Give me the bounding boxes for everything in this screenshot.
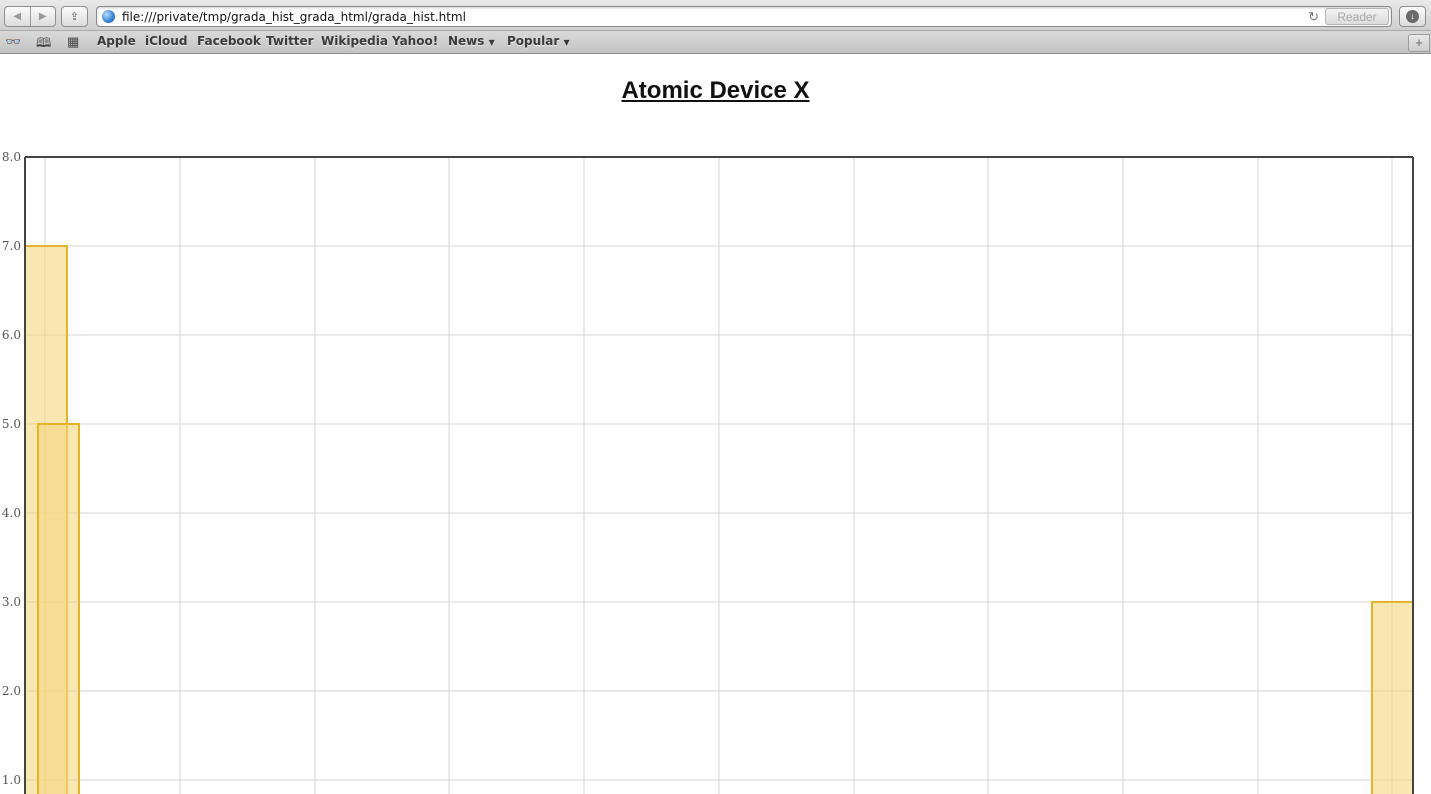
y-tick-label: 8.0 — [2, 150, 21, 164]
y-tick-label: 3.0 — [2, 595, 21, 609]
y-tick-label: 5.0 — [2, 417, 21, 431]
y-tick-label: 1.0 — [2, 773, 21, 787]
y-tick-label: 6.0 — [2, 328, 21, 342]
y-tick-label: 7.0 — [2, 239, 21, 253]
histogram-bar — [37, 423, 80, 794]
histogram-chart: 8.0 7.0 6.0 5.0 4.0 3.0 2.0 1.0 — [2, 150, 1414, 794]
y-tick-label: 4.0 — [2, 506, 21, 520]
y-tick-label: 2.0 — [2, 684, 21, 698]
histogram-bar — [1371, 601, 1414, 794]
